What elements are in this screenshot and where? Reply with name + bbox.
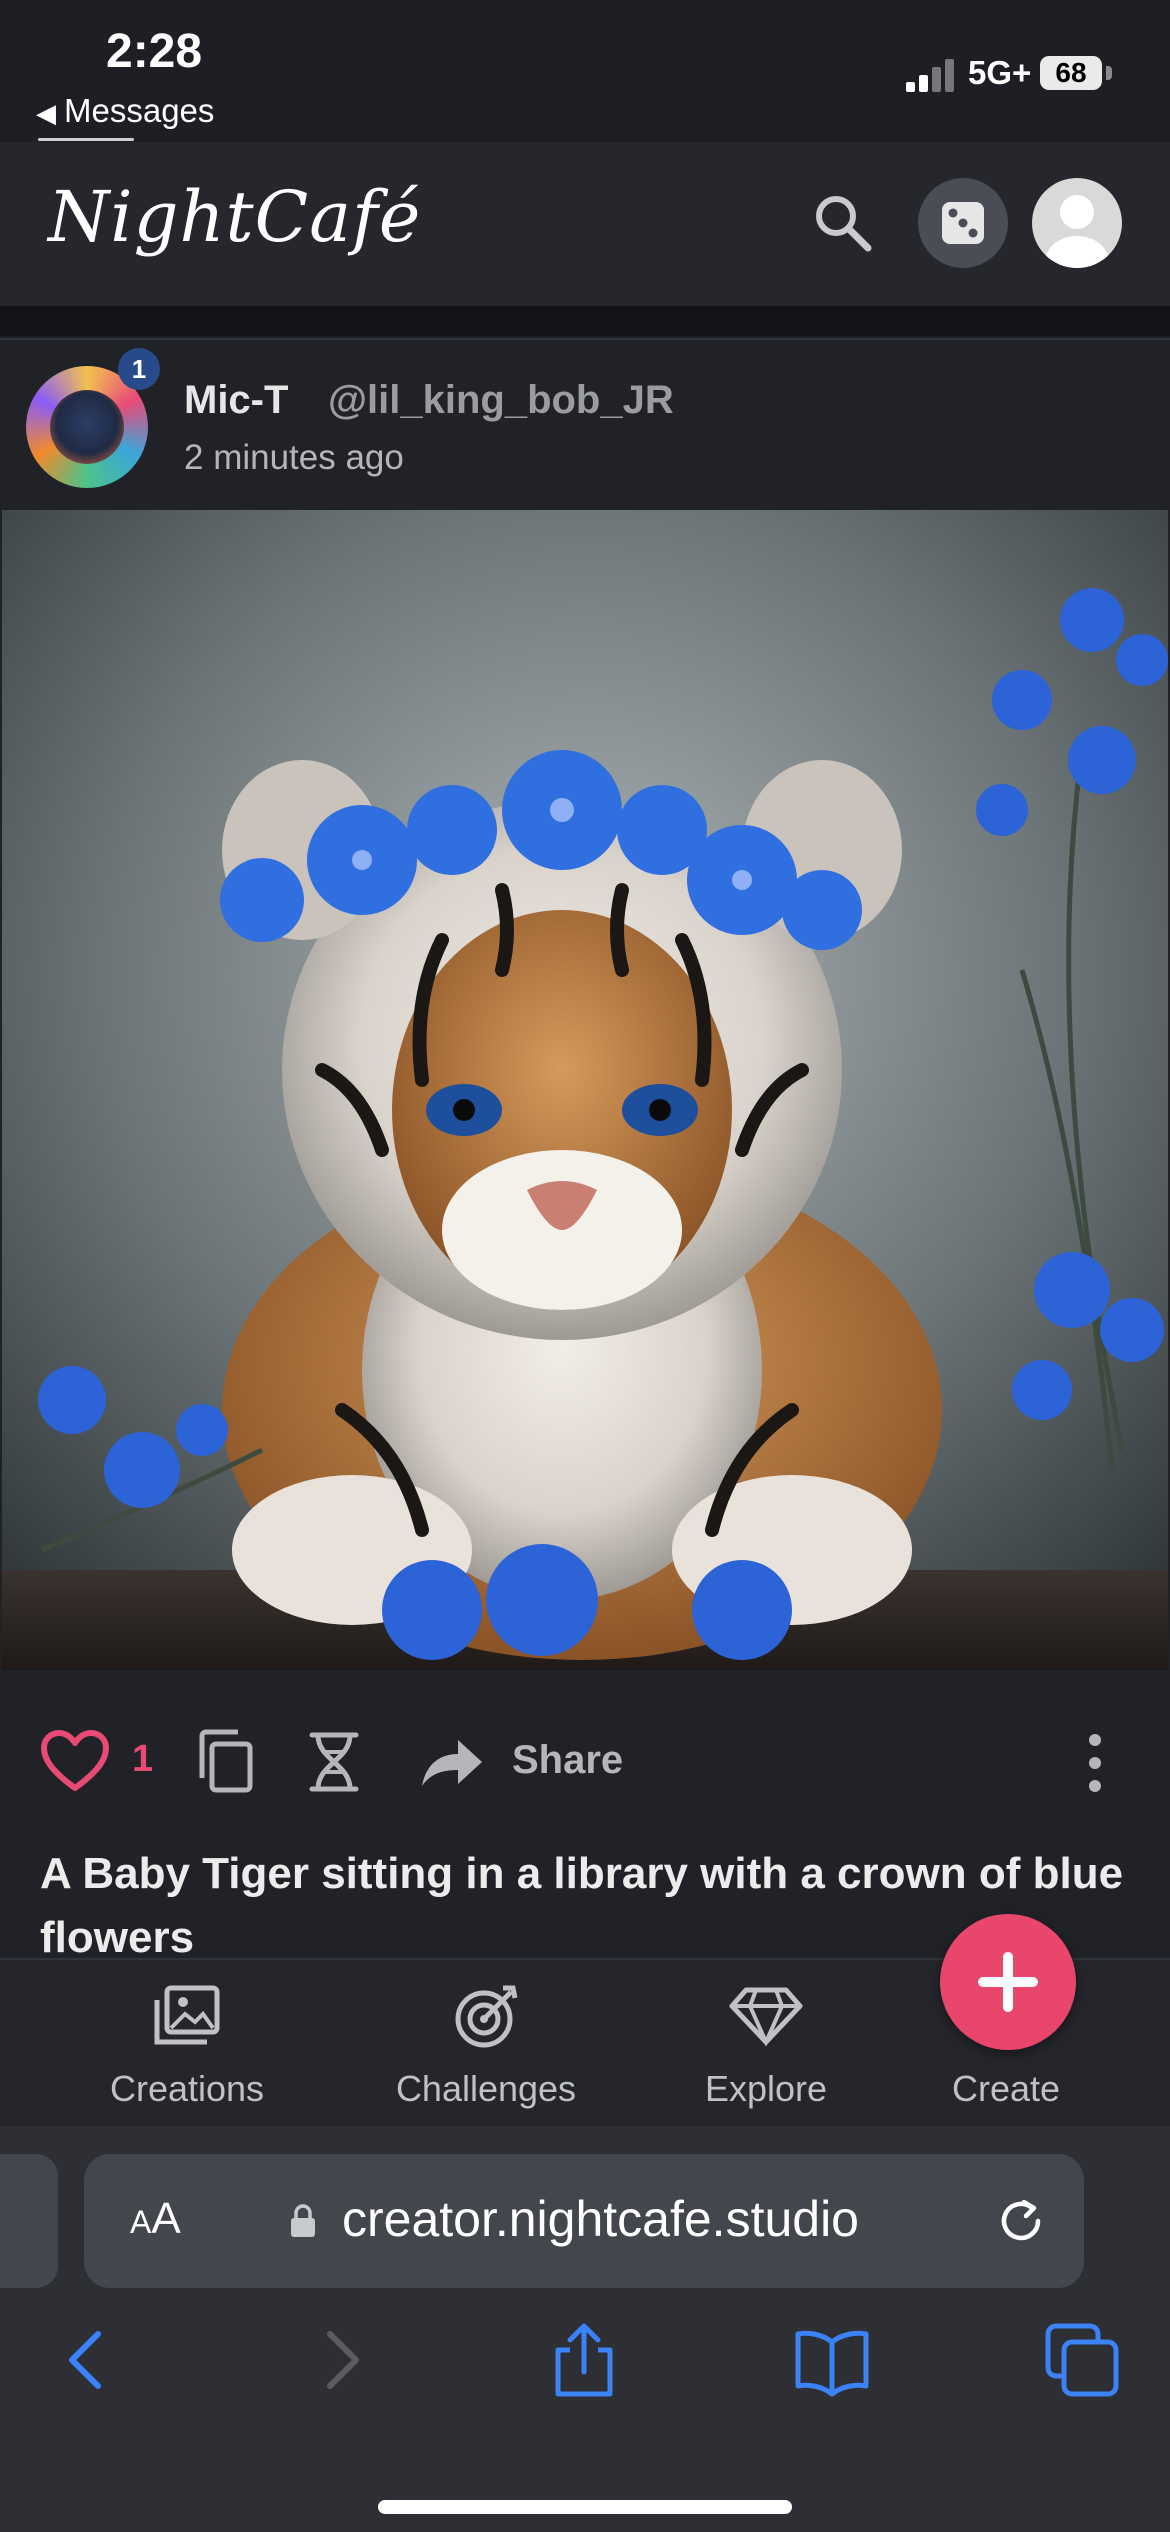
lock-icon [291, 2204, 315, 2237]
post-timestamp: 2 minutes ago [184, 438, 404, 477]
previous-tab-preview[interactable] [0, 2154, 58, 2288]
share-arrow-icon[interactable] [418, 1734, 486, 1790]
creation-image[interactable] [2, 510, 1168, 1670]
share-button[interactable]: Share [512, 1738, 623, 1783]
network-type: 5G+ [968, 54, 1032, 91]
battery-icon: 68 [1040, 56, 1102, 90]
search-icon[interactable] [808, 188, 878, 258]
author-handle[interactable]: @lil_king_bob_JR [328, 378, 674, 423]
heart-icon[interactable] [40, 1730, 110, 1794]
target-icon [455, 1985, 518, 2048]
plus-icon-vertical [1003, 1952, 1013, 2012]
back-triangle-icon: ◀ [36, 98, 56, 128]
diamond-icon [729, 1987, 803, 2046]
author-display-name[interactable]: Mic-T [184, 378, 288, 423]
battery-tip [1106, 66, 1112, 80]
like-count: 1 [132, 1738, 154, 1780]
bookmarks-icon[interactable] [792, 2320, 872, 2400]
dice-icon [942, 202, 984, 244]
header-divider [0, 306, 1170, 336]
back-to-messages[interactable]: ◀ Messages [36, 92, 214, 130]
tab-explore-label: Explore [704, 2068, 828, 2109]
author-avatar-art [50, 390, 124, 464]
browser-toolbar: AA creator.nightcafe.studio [0, 2126, 1170, 2532]
tab-challenges-label: Challenges [395, 2068, 577, 2109]
back-underline [38, 138, 134, 141]
text-size-button[interactable]: AA [130, 2194, 181, 2244]
image-icon [154, 1985, 220, 2045]
forward-chevron-icon[interactable] [300, 2320, 380, 2400]
status-bar: 2:28 ◀ Messages 5G+ 68 [0, 0, 1170, 141]
reload-icon[interactable] [994, 2194, 1048, 2248]
tab-explore[interactable]: Explore [646, 1960, 886, 2128]
evolve-icon[interactable] [306, 1730, 362, 1794]
copy-icon[interactable] [196, 1728, 256, 1794]
random-dice-button[interactable] [918, 178, 1008, 268]
tabs-icon[interactable] [1042, 2320, 1122, 2400]
signal-icon [906, 56, 956, 92]
back-label: Messages [64, 92, 215, 129]
tab-creations-label: Creations [109, 2068, 265, 2109]
back-chevron-icon[interactable] [48, 2320, 128, 2400]
more-options-icon[interactable] [1080, 1730, 1110, 1796]
profile-avatar-button[interactable] [1032, 178, 1122, 268]
address-bar[interactable]: AA creator.nightcafe.studio [84, 2154, 1084, 2288]
share-icon[interactable] [544, 2320, 624, 2400]
app-header: NightCafé [0, 142, 1170, 336]
tab-challenges[interactable]: Challenges [366, 1960, 606, 2128]
tab-create-label: Create [951, 2068, 1061, 2109]
home-indicator [378, 2500, 792, 2514]
post-actions: 1 Share [0, 1710, 1170, 1820]
nightcafe-logo[interactable]: NightCafé [48, 176, 421, 258]
creation-post: 1 Mic-T @lil_king_bob_JR 2 minutes ago 1… [0, 338, 1170, 1962]
tab-creations[interactable]: Creations [67, 1960, 307, 2128]
status-time: 2:28 [106, 25, 203, 78]
user-avatar-icon [1045, 195, 1109, 268]
author-level-badge: 1 [118, 348, 160, 390]
create-fab-button[interactable] [940, 1914, 1076, 2050]
url-text[interactable]: creator.nightcafe.studio [342, 2190, 859, 2248]
